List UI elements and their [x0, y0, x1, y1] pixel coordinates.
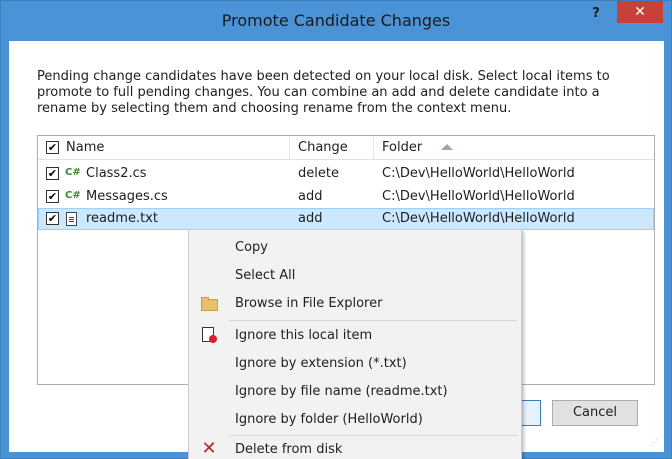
menu-item-label: Select All: [235, 268, 296, 283]
title-bar[interactable]: Promote Candidate Changes ? ✕: [1, 1, 671, 41]
dialog-title: Promote Candidate Changes: [221, 11, 451, 30]
sort-ascending-icon: [441, 144, 453, 150]
close-button[interactable]: ✕: [617, 1, 663, 23]
table-row[interactable]: ✔ C# Class2.cs delete C:\Dev\HelloWorld\…: [38, 163, 654, 185]
select-all-checkbox[interactable]: ✔: [46, 141, 59, 154]
delete-x-icon: ✕: [201, 438, 217, 459]
menu-item-label: Ignore by extension (*.txt): [235, 356, 407, 371]
text-file-icon: [66, 212, 77, 226]
folder-icon: [201, 295, 218, 311]
table-row[interactable]: ✔ C# Messages.cs add C:\Dev\HelloWorld\H…: [38, 186, 654, 208]
context-menu: Copy Select All Browse in File Explorer …: [188, 229, 522, 459]
menu-item-label: Copy: [235, 240, 268, 255]
menu-item-delete-from-disk[interactable]: ✕ Delete from disk: [189, 436, 521, 459]
column-divider[interactable]: [289, 136, 290, 160]
menu-item-label: Browse in File Explorer: [235, 296, 383, 311]
ignore-file-icon: [201, 327, 217, 343]
grid-header: ✔ Name Change Folder: [38, 136, 654, 160]
menu-item-label: Ignore by file name (readme.txt): [235, 384, 448, 399]
menu-item-ignore-by-folder[interactable]: Ignore by folder (HelloWorld): [189, 406, 521, 434]
csharp-file-icon: C#: [65, 167, 81, 178]
row-checkbox[interactable]: ✔: [46, 190, 59, 203]
cancel-button[interactable]: Cancel: [552, 400, 638, 426]
menu-item-select-all[interactable]: Select All: [189, 262, 521, 290]
row-checkbox[interactable]: ✔: [46, 212, 59, 225]
help-button[interactable]: ?: [586, 4, 606, 24]
change-type: add: [298, 189, 323, 204]
column-divider[interactable]: [373, 136, 374, 160]
csharp-file-icon: C#: [65, 190, 81, 201]
table-row-selected[interactable]: ✔ readme.txt add C:\Dev\HelloWorld\Hello…: [38, 208, 654, 230]
menu-item-label: Ignore this local item: [235, 328, 373, 343]
menu-item-ignore-by-extension[interactable]: Ignore by extension (*.txt): [189, 350, 521, 378]
menu-separator: [229, 320, 517, 321]
folder-path: C:\Dev\HelloWorld\HelloWorld: [382, 166, 575, 181]
change-type: add: [298, 211, 323, 226]
row-checkbox[interactable]: ✔: [46, 167, 59, 180]
menu-item-copy[interactable]: Copy: [189, 234, 521, 262]
change-type: delete: [298, 166, 339, 181]
description-text: Pending change candidates have been dete…: [37, 69, 610, 116]
resize-grip[interactable]: ⋰: [650, 438, 660, 448]
file-name: readme.txt: [86, 211, 158, 226]
menu-item-label: Delete from disk: [235, 442, 343, 457]
file-name: Messages.cs: [86, 189, 168, 204]
file-name: Class2.cs: [86, 166, 147, 181]
menu-item-label: Ignore by folder (HelloWorld): [235, 412, 423, 427]
column-header-change[interactable]: Change: [298, 140, 348, 155]
folder-path: C:\Dev\HelloWorld\HelloWorld: [382, 211, 575, 226]
menu-item-ignore-by-file-name[interactable]: Ignore by file name (readme.txt): [189, 378, 521, 406]
column-header-folder[interactable]: Folder: [382, 140, 422, 155]
menu-item-ignore-local-item[interactable]: Ignore this local item: [189, 322, 521, 350]
folder-path: C:\Dev\HelloWorld\HelloWorld: [382, 189, 575, 204]
menu-item-browse-in-file-explorer[interactable]: Browse in File Explorer: [189, 290, 521, 318]
column-header-name[interactable]: Name: [66, 140, 104, 155]
